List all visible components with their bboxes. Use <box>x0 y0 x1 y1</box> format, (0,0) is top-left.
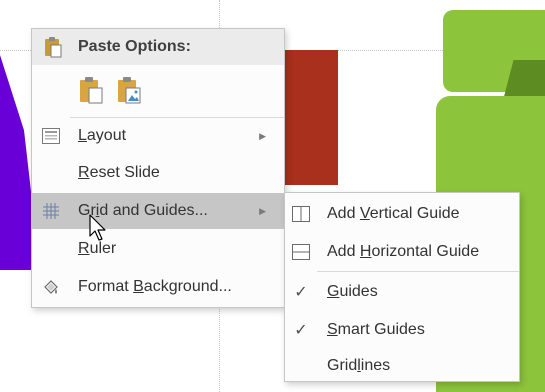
submenu-item-gridlines[interactable]: Gridlines <box>285 349 519 383</box>
submenu-item-guides[interactable]: ✓ Guides <box>285 273 519 311</box>
submenu-arrow-icon: ▶ <box>259 130 266 141</box>
paste-icon <box>40 34 66 60</box>
submenu-separator <box>317 271 519 272</box>
menu-item-format-background[interactable]: Format Background... <box>32 269 284 305</box>
grid-icon <box>38 198 64 224</box>
paste-options-row <box>32 67 284 113</box>
vertical-guide-icon <box>289 202 313 226</box>
paste-destination-theme-icon[interactable] <box>76 75 106 105</box>
menu-item-ruler[interactable]: Ruler <box>32 231 284 267</box>
menu-item-layout[interactable]: Layout ▶ <box>32 118 284 154</box>
format-background-icon <box>38 274 64 300</box>
submenu-item-add-vertical-guide[interactable]: Add Vertical Guide <box>285 195 519 233</box>
grid-and-guides-submenu: Add Vertical Guide Add Horizontal Guide … <box>284 192 520 382</box>
checkmark-icon: ✓ <box>294 284 308 301</box>
mouse-pointer-icon <box>89 214 107 242</box>
layout-icon <box>38 123 64 149</box>
submenu-arrow-icon: ▶ <box>259 205 266 216</box>
paste-as-picture-icon[interactable] <box>114 75 144 105</box>
context-menu: Paste Options: Layout ▶ Reset Slide Grid… <box>31 28 285 308</box>
checkmark-icon: ✓ <box>294 322 308 339</box>
paste-options-header: Paste Options: <box>32 29 284 65</box>
horizontal-guide-icon <box>289 240 313 264</box>
menu-item-reset-slide[interactable]: Reset Slide <box>32 155 284 191</box>
paste-options-label: Paste Options: <box>78 38 191 55</box>
submenu-item-add-horizontal-guide[interactable]: Add Horizontal Guide <box>285 233 519 271</box>
submenu-item-smart-guides[interactable]: ✓ Smart Guides <box>285 311 519 349</box>
menu-item-grid-and-guides[interactable]: Grid and Guides... ▶ <box>32 193 284 229</box>
